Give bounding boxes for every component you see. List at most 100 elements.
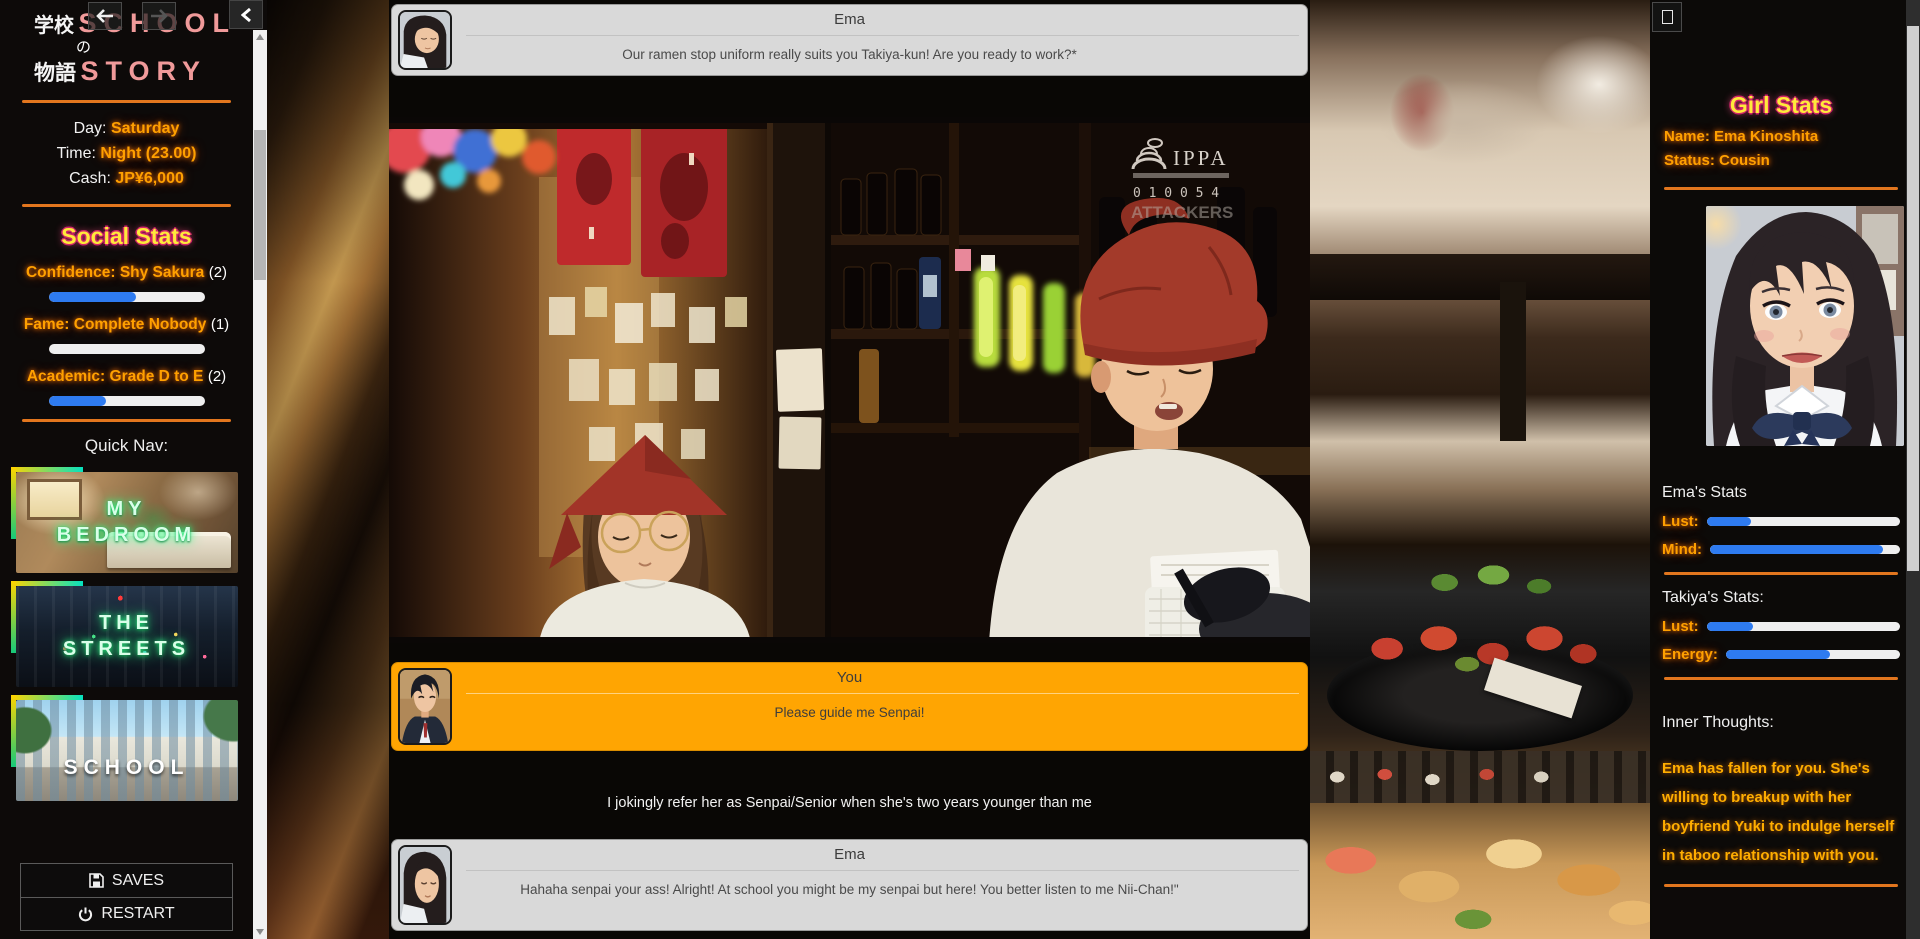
ema-mind-label: Mind: [1662, 541, 1702, 558]
bg-sushi-row [1310, 751, 1650, 803]
message-text: Please guide me Senpai! [392, 694, 1307, 720]
svg-text:ATTACKERS: ATTACKERS [1131, 203, 1233, 222]
quick-nav-bedroom[interactable]: MY BEDROOM [16, 472, 238, 573]
girl-portrait [1706, 206, 1904, 446]
history-forward-button[interactable] [142, 2, 176, 30]
stat-fame: Fame: Complete Nobody (1) [0, 316, 253, 354]
takiya-energy-fill [1726, 650, 1830, 659]
logo-jp-story: 物語 [34, 62, 76, 85]
ema-avatar [398, 845, 452, 925]
sidebar-collapse-button[interactable] [229, 0, 263, 29]
quick-nav-streets[interactable]: THE STREETS [16, 586, 238, 687]
girl-status: Status: Cousin [1664, 149, 1900, 173]
ema-stats-title: Ema's Stats [1662, 484, 1900, 502]
streets-label-line2: STREETS [63, 638, 190, 661]
message-ema-2: Ema Hahaha senpai your ass! Alright! At … [391, 839, 1308, 931]
divider [22, 204, 231, 207]
takiya-energy-label: Energy: [1662, 646, 1718, 663]
divider [1664, 884, 1898, 887]
stat-confidence-level: (2) [209, 264, 227, 281]
restart-button[interactable]: RESTART [21, 897, 232, 930]
sidebar-scrollbar-thumb[interactable] [254, 130, 266, 280]
message-speaker: Ema [392, 840, 1307, 870]
stat-fame-bar [49, 344, 205, 354]
ema-lust-label: Lust: [1662, 513, 1699, 530]
girl-name: Name: Ema Kinoshita [1664, 125, 1900, 149]
window-rectangle-icon [1662, 10, 1673, 24]
panel-scrollbar-thumb[interactable] [1907, 26, 1919, 571]
ema-avatar [398, 10, 452, 70]
streets-label: THE STREETS [16, 586, 238, 687]
background-food-illustration [1310, 0, 1650, 939]
saves-button-label: SAVES [112, 872, 164, 890]
divider [22, 419, 231, 422]
svg-text:IPPA: IPPA [1173, 146, 1229, 170]
svg-text:0 1 0 0 5 4: 0 1 0 0 5 4 [1133, 186, 1219, 201]
school-label-line1: SCHOOL [64, 722, 190, 780]
takiya-energy-row: Energy: [1662, 646, 1900, 663]
bg-counter-bar [1310, 254, 1650, 301]
message-text: Hahaha senpai your ass! Alright! At scho… [392, 871, 1307, 897]
history-back-button[interactable] [88, 2, 122, 30]
takiya-lust-row: Lust: [1662, 618, 1900, 635]
takiya-lust-fill [1707, 622, 1753, 631]
day-label: Day: [74, 120, 107, 137]
message-text: Our ramen stop uniform really suits you … [392, 36, 1307, 62]
ema-mind-fill [1710, 545, 1883, 554]
stat-academic-label: Academic: Grade D to E [27, 368, 204, 385]
triangle-down-icon [256, 929, 264, 935]
saves-button[interactable]: SAVES [21, 864, 232, 897]
quick-nav-title: Quick Nav: [0, 436, 253, 456]
inner-thoughts-title: Inner Thoughts: [1662, 714, 1900, 732]
stat-academic: Academic: Grade D to E (2) [0, 368, 253, 406]
time-label: Time: [57, 145, 96, 162]
ema-lust-row: Lust: [1662, 513, 1900, 530]
message-speaker: Ema [392, 5, 1307, 35]
back-arrow-icon [96, 9, 114, 23]
quick-nav-school[interactable]: SCHOOL [16, 700, 238, 801]
power-icon [78, 907, 93, 922]
scene-photo: IPPA 0 1 0 0 5 4 ATTACKERS [389, 117, 1310, 643]
bg-tomato-platter [1351, 592, 1609, 695]
takiya-energy-bar [1726, 650, 1900, 659]
left-sidebar: 学校 SCHOOL の 物語 STORY Day: Saturday Time:… [0, 0, 267, 939]
logo-jp-school: 学校 [34, 15, 74, 37]
logo-no: の [34, 39, 253, 56]
cash-label: Cash: [69, 170, 111, 187]
panel-scrollbar[interactable] [1906, 0, 1920, 939]
bedroom-label: MY BEDROOM [16, 472, 238, 573]
ema-mind-bar [1710, 545, 1900, 554]
girl-stats-title: Girl Stats [1662, 92, 1900, 119]
time-value: Night (23.00) [100, 145, 196, 162]
stat-confidence-bar [49, 292, 205, 302]
bedroom-label-line2: BEDROOM [57, 524, 196, 547]
scroll-up-button[interactable] [253, 30, 267, 44]
stat-confidence-label: Confidence: Shy Sakura [26, 264, 204, 281]
ema-lust-fill [1707, 517, 1751, 526]
bg-fried-platter [1310, 808, 1650, 939]
time-row: Time: Night (23.00) [0, 141, 253, 166]
stat-confidence: Confidence: Shy Sakura (2) [0, 264, 253, 302]
divider [1664, 677, 1898, 680]
stat-confidence-fill [49, 292, 136, 302]
scroll-down-button[interactable] [253, 925, 267, 939]
cash-value: JP¥6,000 [115, 170, 184, 187]
game-logo: 学校 SCHOOL の 物語 STORY [0, 0, 253, 87]
cash-row: Cash: JP¥6,000 [0, 166, 253, 191]
bedroom-label-line1: MY [107, 498, 147, 521]
day-row: Day: Saturday [0, 116, 253, 141]
panel-toggle-button[interactable] [1652, 2, 1682, 32]
divider [1664, 572, 1898, 575]
message-ema-1: Ema Our ramen stop uniform really suits … [391, 4, 1308, 76]
day-value: Saturday [111, 120, 179, 137]
background-left-gap [267, 0, 389, 939]
takiya-lust-label: Lust: [1662, 618, 1699, 635]
sidebar-scrollbar[interactable] [253, 30, 267, 939]
stat-fame-label: Fame: Complete Nobody [24, 316, 207, 333]
message-speaker: You [392, 663, 1307, 693]
chat-column: Ema Our ramen stop uniform really suits … [389, 0, 1310, 939]
chevron-left-icon [241, 7, 252, 23]
floppy-disk-icon [89, 873, 104, 888]
narration-text: I jokingly refer her as Senpai/Senior wh… [389, 795, 1310, 811]
school-label: SCHOOL [16, 700, 238, 801]
